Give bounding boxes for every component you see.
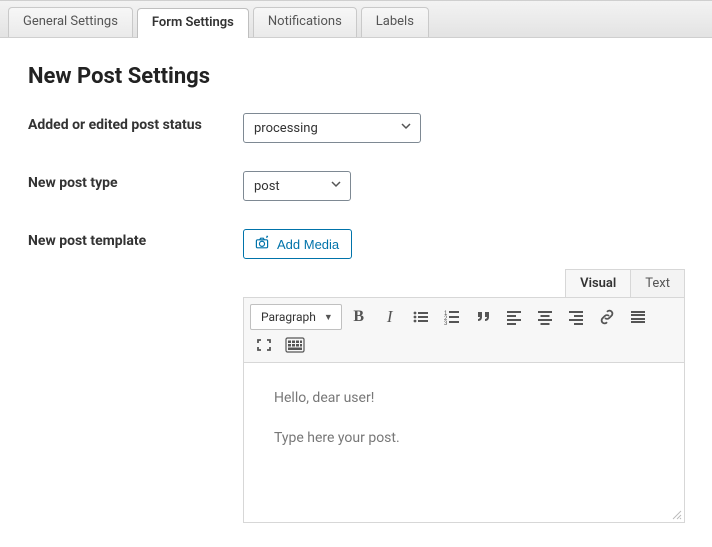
editor-mode-visual[interactable]: Visual (565, 269, 631, 297)
bold-button[interactable]: B (345, 304, 373, 330)
select-post-type[interactable]: post (243, 171, 351, 201)
numbered-list-button[interactable]: 123 (438, 304, 466, 330)
label-post-type: New post type (28, 171, 243, 191)
wysiwyg-editor: Visual Text Paragraph ▼ B I (243, 269, 685, 523)
editor-mode-text[interactable]: Text (631, 269, 685, 297)
align-right-button[interactable] (562, 304, 590, 330)
page-title: New Post Settings (28, 64, 684, 89)
settings-tabs: General Settings Form Settings Notificat… (0, 0, 712, 38)
fullscreen-button[interactable] (250, 332, 278, 358)
align-center-button[interactable] (531, 304, 559, 330)
italic-button[interactable]: I (376, 304, 404, 330)
select-post-type-value: post (254, 179, 280, 194)
format-dropdown-value: Paragraph (261, 310, 316, 324)
align-left-button[interactable] (500, 304, 528, 330)
editor-toolbar: Paragraph ▼ B I 123 (243, 297, 685, 363)
add-media-button[interactable]: Add Media (243, 229, 352, 259)
toolbar-toggle-button[interactable] (281, 332, 309, 358)
svg-text:3: 3 (444, 321, 448, 325)
link-button[interactable] (593, 304, 621, 330)
editor-line: Type here your post. (274, 427, 654, 449)
resize-handle-icon[interactable] (670, 508, 682, 520)
tab-form-settings[interactable]: Form Settings (137, 8, 249, 38)
tab-notifications[interactable]: Notifications (253, 7, 357, 37)
tab-general-settings[interactable]: General Settings (8, 7, 133, 37)
read-more-button[interactable] (624, 304, 652, 330)
chevron-down-icon (400, 120, 412, 136)
label-post-template: New post template (28, 229, 243, 249)
tab-labels[interactable]: Labels (361, 7, 429, 37)
caret-down-icon: ▼ (324, 312, 333, 323)
select-post-status[interactable]: processing (243, 113, 421, 143)
media-icon (254, 235, 270, 254)
editor-content[interactable]: Hello, dear user! Type here your post. (243, 363, 685, 523)
editor-line: Hello, dear user! (274, 387, 654, 409)
bullet-list-button[interactable] (407, 304, 435, 330)
label-post-status: Added or edited post status (28, 113, 243, 133)
chevron-down-icon (330, 178, 342, 194)
format-dropdown[interactable]: Paragraph ▼ (250, 304, 342, 330)
blockquote-button[interactable] (469, 304, 497, 330)
select-post-status-value: processing (254, 121, 318, 136)
add-media-label: Add Media (277, 237, 339, 252)
